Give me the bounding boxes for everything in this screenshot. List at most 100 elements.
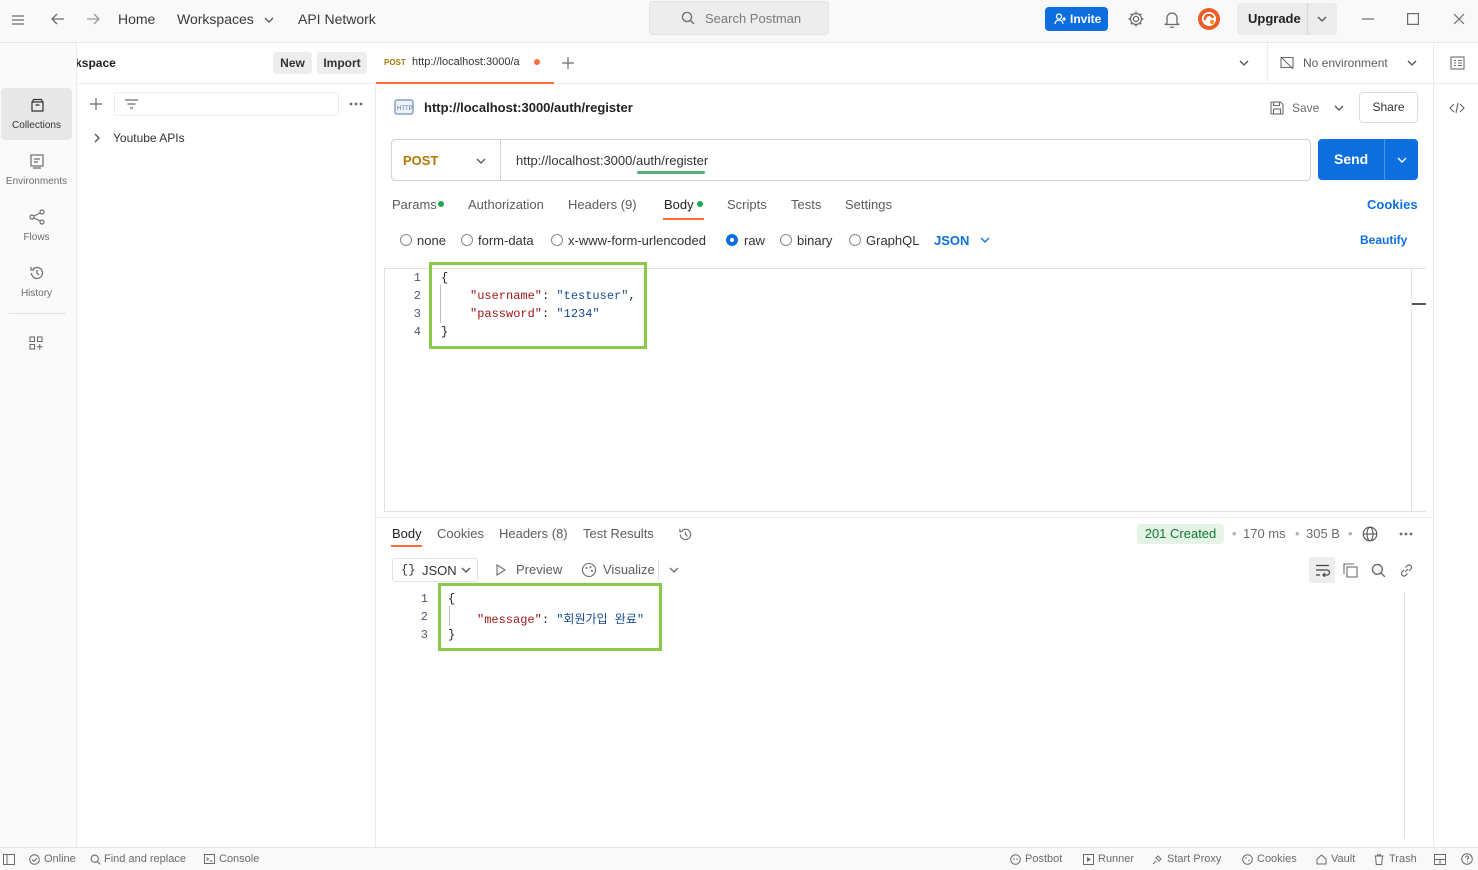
radio-urlencoded[interactable] <box>551 234 563 246</box>
share-button[interactable]: Share <box>1359 92 1418 123</box>
trash-button[interactable]: Trash <box>1373 848 1421 870</box>
link-icon[interactable] <box>1397 561 1415 579</box>
response-tab-test-results[interactable]: Test Results <box>583 526 654 541</box>
layout-toggle-icon[interactable] <box>1433 853 1447 865</box>
tab-params[interactable]: Params <box>392 197 437 212</box>
new-tab-plus-icon[interactable] <box>560 55 576 71</box>
import-button[interactable]: Import <box>317 52 367 74</box>
method-select[interactable]: POST <box>392 140 501 180</box>
forward-arrow-icon[interactable] <box>83 9 103 29</box>
more-options-icon[interactable] <box>347 96 365 112</box>
plus-icon[interactable] <box>88 96 104 112</box>
configure-sidebar-icon[interactable] <box>27 334 45 352</box>
sidebar-item-collections[interactable]: Collections <box>1 88 72 140</box>
more-options-icon[interactable] <box>1397 527 1415 541</box>
search-placeholder: Search Postman <box>705 11 802 26</box>
upgrade-button[interactable]: Upgrade <box>1237 3 1337 35</box>
vault-button[interactable]: Vault <box>1315 848 1361 870</box>
wrap-lines-button[interactable] <box>1309 557 1335 583</box>
line-number: 2 <box>420 610 428 624</box>
radio-none[interactable] <box>400 234 412 246</box>
radio-form-data[interactable] <box>461 234 473 246</box>
environment-quick-look-icon[interactable] <box>1448 54 1466 72</box>
console-button[interactable]: Console <box>203 848 265 870</box>
response-tab-headers[interactable]: Headers (8) <box>499 526 568 541</box>
sidebar-rail: Collections Environments Flows History <box>0 43 77 847</box>
tab-body[interactable]: Body <box>664 197 694 212</box>
radio-label-graphql: GraphQL <box>866 233 920 248</box>
save-options-chevron-icon[interactable] <box>1332 101 1346 115</box>
code-snippet-icon[interactable] <box>1448 99 1466 117</box>
divider <box>1433 43 1434 84</box>
response-tab-cookies[interactable]: Cookies <box>437 526 484 541</box>
nav-api-network[interactable]: API Network <box>298 11 376 27</box>
search-input[interactable]: Search Postman <box>649 1 829 35</box>
chevron-down-icon[interactable] <box>262 13 276 27</box>
new-button[interactable]: New <box>273 52 312 74</box>
visualize-button[interactable]: Visualize <box>580 560 660 580</box>
preview-button[interactable]: Preview <box>494 560 566 580</box>
tab-settings[interactable]: Settings <box>845 197 892 212</box>
send-button[interactable]: Send <box>1318 139 1418 180</box>
tab-request[interactable]: POST http://localhost:3000/a <box>376 43 554 84</box>
settings-gear-icon[interactable] <box>1126 9 1146 29</box>
request-title[interactable]: http://localhost:3000/auth/register <box>424 100 633 115</box>
tab-authorization[interactable]: Authorization <box>468 197 544 212</box>
user-avatar[interactable] <box>1196 6 1222 32</box>
tabs-chevron-down-icon[interactable] <box>1237 56 1251 70</box>
chevron-down-icon[interactable] <box>667 563 681 577</box>
save-button[interactable]: Save <box>1263 94 1325 122</box>
history-icon <box>28 264 46 282</box>
url-input[interactable]: http://localhost:3000/auth/register <box>516 153 708 168</box>
radio-raw[interactable] <box>726 234 738 246</box>
find-replace-button[interactable]: Find and replace <box>89 848 194 870</box>
sidebar-item-environments[interactable]: Environments <box>1 144 72 196</box>
postbot-button[interactable]: Postbot <box>1009 848 1069 870</box>
toggle-sidebar-icon[interactable] <box>2 852 16 866</box>
radio-binary[interactable] <box>780 234 792 246</box>
sidebar-item-label: Environments <box>5 176 68 187</box>
postbot-label: Postbot <box>1025 853 1063 865</box>
sidebar-item-flows[interactable]: Flows <box>1 200 72 252</box>
tab-tests[interactable]: Tests <box>791 197 821 212</box>
tab-scripts[interactable]: Scripts <box>727 197 767 212</box>
tab-headers[interactable]: Headers (9) <box>568 197 637 212</box>
online-status[interactable]: Online <box>28 848 83 870</box>
status-badge[interactable]: 201 Created <box>1137 524 1224 544</box>
response-scroll-track[interactable] <box>1404 592 1405 838</box>
response-tab-body[interactable]: Body <box>392 526 422 541</box>
nav-home[interactable]: Home <box>118 11 155 27</box>
response-history-icon[interactable] <box>676 525 694 543</box>
body-format-select[interactable]: JSON <box>934 233 969 248</box>
copy-icon[interactable] <box>1341 561 1359 579</box>
collections-panel: Youtube APIs <box>77 84 376 847</box>
search-icon[interactable] <box>1369 561 1387 579</box>
beautify-link[interactable]: Beautify <box>1360 233 1407 247</box>
minimize-icon[interactable] <box>1358 9 1378 29</box>
hamburger-menu-icon[interactable] <box>8 10 28 30</box>
globe-icon[interactable] <box>1361 525 1379 543</box>
chevron-down-icon[interactable] <box>979 234 991 246</box>
response-size[interactable]: 305 B <box>1306 526 1340 541</box>
cookies-link[interactable]: Cookies <box>1367 197 1418 212</box>
maximize-icon[interactable] <box>1403 9 1423 29</box>
runner-button[interactable]: Runner <box>1082 848 1139 870</box>
help-icon[interactable] <box>1460 853 1474 865</box>
filter-input[interactable] <box>114 92 339 116</box>
close-icon[interactable] <box>1449 9 1469 29</box>
notification-bell-icon[interactable] <box>1162 9 1182 29</box>
cookies-button[interactable]: Cookies <box>1241 848 1303 870</box>
send-options-chevron-icon[interactable] <box>1395 153 1409 167</box>
sidebar-item-history[interactable]: History <box>1 256 72 308</box>
response-format-select[interactable]: {} JSON <box>392 558 478 582</box>
start-proxy-button[interactable]: Start Proxy <box>1151 848 1231 870</box>
radio-graphql[interactable] <box>849 234 861 246</box>
line-number: 1 <box>413 271 421 285</box>
response-time[interactable]: 170 ms <box>1243 526 1286 541</box>
nav-workspaces[interactable]: Workspaces <box>177 11 254 27</box>
back-arrow-icon[interactable] <box>48 9 68 29</box>
list-item[interactable]: Youtube APIs <box>85 128 370 148</box>
environment-select[interactable]: No environment <box>1268 43 1424 84</box>
chevron-down-icon[interactable] <box>1315 12 1329 26</box>
invite-button[interactable]: Invite <box>1045 7 1108 31</box>
